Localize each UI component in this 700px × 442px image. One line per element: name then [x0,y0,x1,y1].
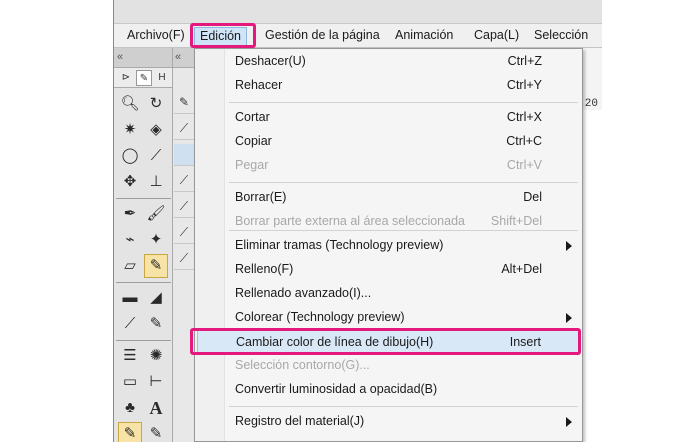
subtool-pencil-icon[interactable]: ✎ [174,92,194,114]
menu-item-borrar[interactable]: Borrar(E) Del [197,186,580,210]
balloon-icon[interactable]: ✎ [144,422,168,442]
subtool-selected[interactable] [174,144,194,166]
menu-item-rellenado-avanzado[interactable]: Rellenado avanzado(I)... [197,282,580,306]
move-icon[interactable]: ✥ [118,170,142,194]
text-icon[interactable]: A [144,396,168,420]
menu-item-relleno[interactable]: Relleno(F) Alt+Del [197,258,580,282]
menu-item-colorear[interactable]: Colorear (Technology preview) [197,306,580,330]
submenu-arrow-icon [566,241,572,251]
airbrush-icon[interactable]: ⌁ [118,228,142,252]
auto-select-icon[interactable]: ✷ [118,118,142,142]
application-window: Archivo(F) Edición Gestión de la página … [113,0,602,442]
zoom-icon[interactable]: 🔍︎ [118,92,142,116]
menu-item-shortcut: Shift+Del [490,214,542,228]
shape-icon[interactable]: ⟋ [118,312,142,336]
subtool-stroke-icon[interactable]: ⟋ [174,248,194,270]
subtool-stroke-icon[interactable]: ⟋ [174,196,194,218]
menu-item-label: Cortar [235,110,270,124]
menu-item-shortcut: Ctrl+Y [506,78,542,92]
submenu-arrow-icon [566,313,572,323]
menu-item-borrar-parte-externa: Borrar parte externa al área seleccionad… [197,210,580,234]
eyedropper-icon[interactable]: ⟋ [144,144,168,168]
menu-item-eliminar-tramas[interactable]: Eliminar tramas (Technology preview) [197,234,580,258]
burst-icon[interactable]: ✺ [144,344,168,368]
fill-icon[interactable]: ▬ [118,286,142,310]
menu-separator [229,406,578,407]
menu-item-label: Convertir luminosidad a opacidad(B) [235,382,438,396]
tab-pen-icon[interactable]: ✎ [136,70,152,86]
menu-item-registro-material[interactable]: Registro del material(J) [197,410,580,434]
title-bar [114,0,602,24]
menu-item-label: Rellenado avanzado(I)... [235,286,372,300]
subtool-stroke-icon[interactable]: ⟋ [174,222,194,244]
menu-item-copiar[interactable]: Copiar Ctrl+C [197,130,580,154]
menu-separator [229,182,578,183]
tool-separator [116,282,171,283]
blend-icon[interactable]: ✎ [144,254,168,278]
menu-capa[interactable]: Capa(L) [469,27,524,46]
menu-seleccion[interactable]: Selección [529,27,593,46]
menu-item-label: Relleno(F) [235,262,294,276]
menu-item-shortcut: Ctrl+Z [507,54,542,68]
menu-item-shortcut: Del [523,190,542,204]
palette-icon[interactable]: ♣ [118,396,142,420]
tab-brush-icon[interactable]: H [154,70,170,86]
menu-item-label: Registro del material(J) [235,414,365,428]
menu-gestion-pagina[interactable]: Gestión de la página [260,27,385,46]
tab-expand-icon[interactable]: ⊳ [118,70,134,86]
comment-icon[interactable]: ✎ [118,422,142,442]
gradient-icon[interactable]: ◢ [144,286,168,310]
tool-palette-tabs: ⊳ ✎ H [114,68,172,88]
menu-item-pegar: Pegar Ctrl+V [197,154,580,178]
menu-item-rehacer[interactable]: Rehacer Ctrl+Y [197,74,580,98]
edit-menu-dropdown: Deshacer(U) Ctrl+Z Rehacer Ctrl+Y Cortar Ctrl… [194,48,583,442]
subtool-stroke-icon[interactable]: ⟋ [174,170,194,192]
ruler-number: 20 [584,98,598,110]
tool-separator [116,340,171,341]
edicion-highlight-frame [190,23,256,48]
rotate-icon[interactable]: ↻ [144,92,168,116]
menu-item-label: Deshacer(U) [235,54,306,68]
menu-item-deshacer[interactable]: Deshacer(U) Ctrl+Z [197,50,580,74]
tool-palette: « ⊳ ✎ H 🔍︎ ↻ ✷ ◈ ◯ ⟋ ✥ ⊥ ✒ 🖌︎ ⌁ ✦ ▱ ✎ ▬ … [114,48,173,442]
menu-item-label: Colorear (Technology preview) [235,310,405,324]
stamp-icon[interactable]: ⊥ [144,170,168,194]
menu-item-label: Eliminar tramas (Technology preview) [235,238,444,252]
menu-item-cortar[interactable]: Cortar Ctrl+X [197,106,580,130]
eraser-icon[interactable]: ▱ [118,254,142,278]
menu-item-label: Borrar parte externa al área seleccionad… [235,214,465,228]
object-icon[interactable]: ◈ [144,118,168,142]
menu-item-shortcut: Ctrl+X [506,110,542,124]
subtool-line-icon[interactable]: ⟋ [174,118,194,140]
tool-palette-collapse[interactable]: « [114,48,172,68]
menu-item-label: Borrar(E) [235,190,287,204]
sub-tool-collapse[interactable]: « [173,48,194,68]
menu-separator [229,102,578,103]
menu-item-shortcut: Ctrl+V [506,158,542,172]
frame-icon[interactable]: ▭ [118,370,142,394]
menu-item-shortcut: Ctrl+C [506,134,542,148]
menu-item-highlight-frame [190,328,581,355]
menu-item-label: Rehacer [235,78,283,92]
menu-animacion[interactable]: Animación [390,27,458,46]
sub-tool-palette: « ✎ ⟋ ⟋ ⟋ ⟋ ⟋ [173,48,195,442]
menu-bar: Archivo(F) Edición Gestión de la página … [114,24,602,48]
pen-icon[interactable]: ✒ [118,202,142,226]
vector-icon[interactable]: ⊢ [144,370,168,394]
lasso-icon[interactable]: ◯ [118,144,142,168]
tool-separator [116,198,171,199]
submenu-arrow-icon [566,417,572,427]
ruler-icon[interactable]: ✎ [144,312,168,336]
menu-archivo[interactable]: Archivo(F) [122,27,190,46]
menu-item-label: Pegar [235,158,269,172]
menu-item-label: Copiar [235,134,272,148]
brush-icon[interactable]: 🖌︎ [144,202,168,226]
menu-item-label: Selección contorno(G)... [235,358,370,372]
menu-item-shortcut: Alt+Del [501,262,542,276]
menu-item-convertir-luminosidad[interactable]: Convertir luminosidad a opacidad(B) [197,378,580,402]
pattern-icon[interactable]: ☰ [118,344,142,368]
menu-item-seleccion-contorno: Selección contorno(G)... [197,354,580,378]
sparkle-icon[interactable]: ✦ [144,228,168,252]
